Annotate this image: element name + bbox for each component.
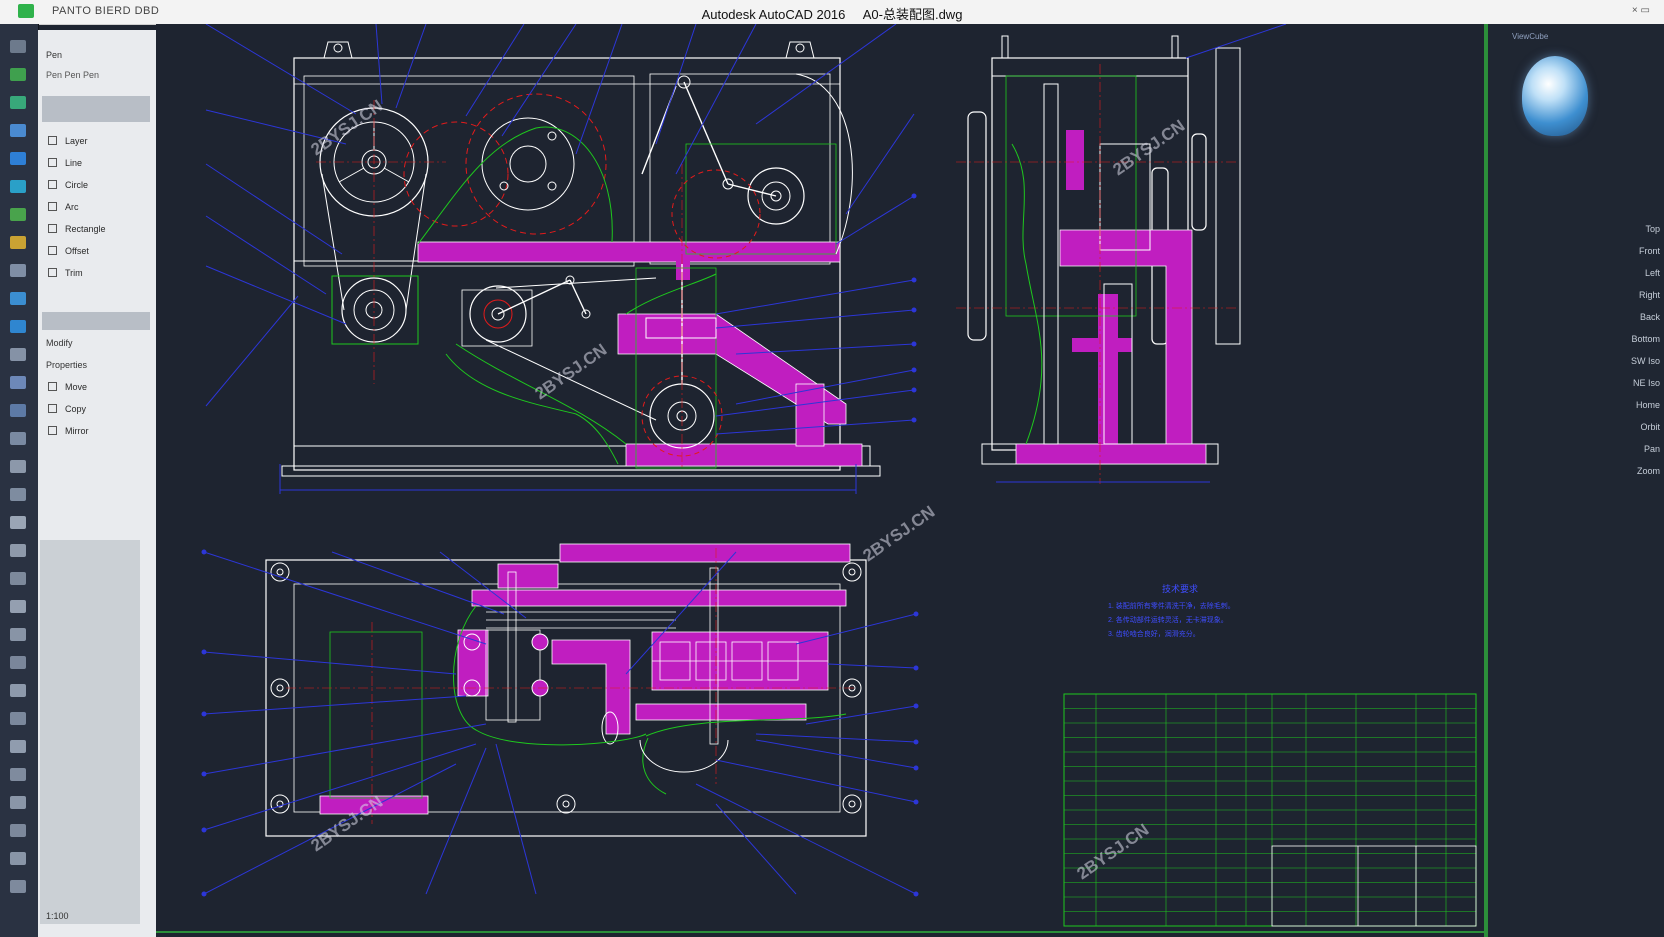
stretch-tool-icon[interactable] [10,684,26,697]
block-tool-icon[interactable] [10,320,26,333]
viewcube-label: ViewCube [1512,32,1549,41]
palette-header: Pen [46,50,63,60]
view-item[interactable]: Bottom [1631,334,1660,344]
export-icon[interactable] [10,852,26,865]
view-item[interactable]: Back [1640,312,1660,322]
palette-item[interactable]: Line [48,158,82,168]
copy-tool-icon[interactable] [10,376,26,389]
notes-line: 3. 齿轮啮合良好，润滑充分。 [1108,629,1200,638]
notes-line: 1. 装配前所有零件清洗干净，去除毛刺。 [1108,601,1235,610]
layer-icon[interactable] [10,68,26,81]
left-toolbar [0,24,39,937]
print-icon[interactable] [10,824,26,837]
settings-icon[interactable] [10,880,26,893]
match-properties-icon[interactable] [10,796,26,809]
palette-item[interactable]: Move [48,382,87,392]
dimension-tool-icon[interactable] [10,292,26,305]
menu-icon[interactable] [10,40,26,53]
palette-item[interactable]: Mirror [48,426,89,436]
view-item[interactable]: Zoom [1637,466,1660,476]
arc-tool-icon[interactable] [10,152,26,165]
circle-tool-icon[interactable] [10,124,26,137]
trim-tool-icon[interactable] [10,516,26,529]
chamfer-tool-icon[interactable] [10,600,26,613]
mirror-tool-icon[interactable] [10,460,26,473]
view-item[interactable]: Top [1645,224,1660,234]
window-title: Autodesk AutoCAD 2016 A0-总装配图.dwg [0,4,1664,23]
view-item[interactable]: Orbit [1640,422,1660,432]
polyline-tool-icon[interactable] [10,180,26,193]
view-item[interactable]: Front [1639,246,1660,256]
erase-tool-icon[interactable] [10,740,26,753]
fillet-tool-icon[interactable] [10,572,26,585]
text-tool-icon[interactable] [10,264,26,277]
palette-item[interactable]: Rectangle [48,224,106,234]
rectangle-tool-icon[interactable] [10,208,26,221]
right-panel: ViewCube Top Front Left Right Back Botto… [1486,24,1664,937]
view-item[interactable]: NE Iso [1633,378,1660,388]
window-controls[interactable]: × ▭ [1632,5,1650,16]
file-name: A0-总装配图.dwg [862,7,963,22]
explode-tool-icon[interactable] [10,656,26,669]
properties-icon[interactable] [10,768,26,781]
offset-tool-icon[interactable] [10,488,26,501]
palette-item[interactable]: Trim [48,268,83,278]
palette-preview-panel [40,540,140,924]
line-tool-icon[interactable] [10,96,26,109]
palette-band [42,96,150,122]
array-tool-icon[interactable] [10,628,26,641]
notes-title: 技术要求 [1162,583,1198,594]
palette-group-sub: Properties [46,360,88,370]
palette-item[interactable]: Arc [48,202,79,212]
palette-item[interactable]: Circle [48,180,88,190]
view-item[interactable]: Home [1636,400,1660,410]
rotate-tool-icon[interactable] [10,404,26,417]
move-tool-icon[interactable] [10,348,26,361]
palette-band [42,312,150,330]
palette-item[interactable]: Layer [48,136,88,146]
extend-tool-icon[interactable] [10,544,26,557]
measure-tool-icon[interactable] [10,712,26,725]
palette-group-label: Modify [46,338,73,348]
palette-footer: 1:100 [46,911,69,921]
view-item[interactable]: SW Iso [1631,356,1660,366]
palette-subheader: Pen Pen Pen [46,70,100,80]
view-item[interactable]: Pan [1644,444,1660,454]
hatch-tool-icon[interactable] [10,236,26,249]
view-item[interactable]: Left [1645,268,1660,278]
notes-line: 2. 各传动部件运转灵活，无卡滞现象。 [1108,615,1228,624]
title-bar: PANTO BIERD DBD Autodesk AutoCAD 2016 A0… [0,0,1664,25]
palette-item[interactable]: Offset [48,246,89,256]
view-item[interactable]: Right [1639,290,1660,300]
drawing-canvas[interactable]: 技术要求 1. 装配前所有零件清洗干净，去除毛刺。 2. 各传动部件运转灵活，无… [156,24,1486,937]
hatched-beam [417,241,841,263]
app-title: Autodesk AutoCAD 2016 [701,7,846,22]
top-hatched-beam [559,543,851,563]
tool-palette: Pen Pen Pen Pen Layer Line Circle Arc Re… [38,30,157,937]
viewcube[interactable] [1522,56,1588,136]
scale-tool-icon[interactable] [10,432,26,445]
palette-item[interactable]: Copy [48,404,86,414]
